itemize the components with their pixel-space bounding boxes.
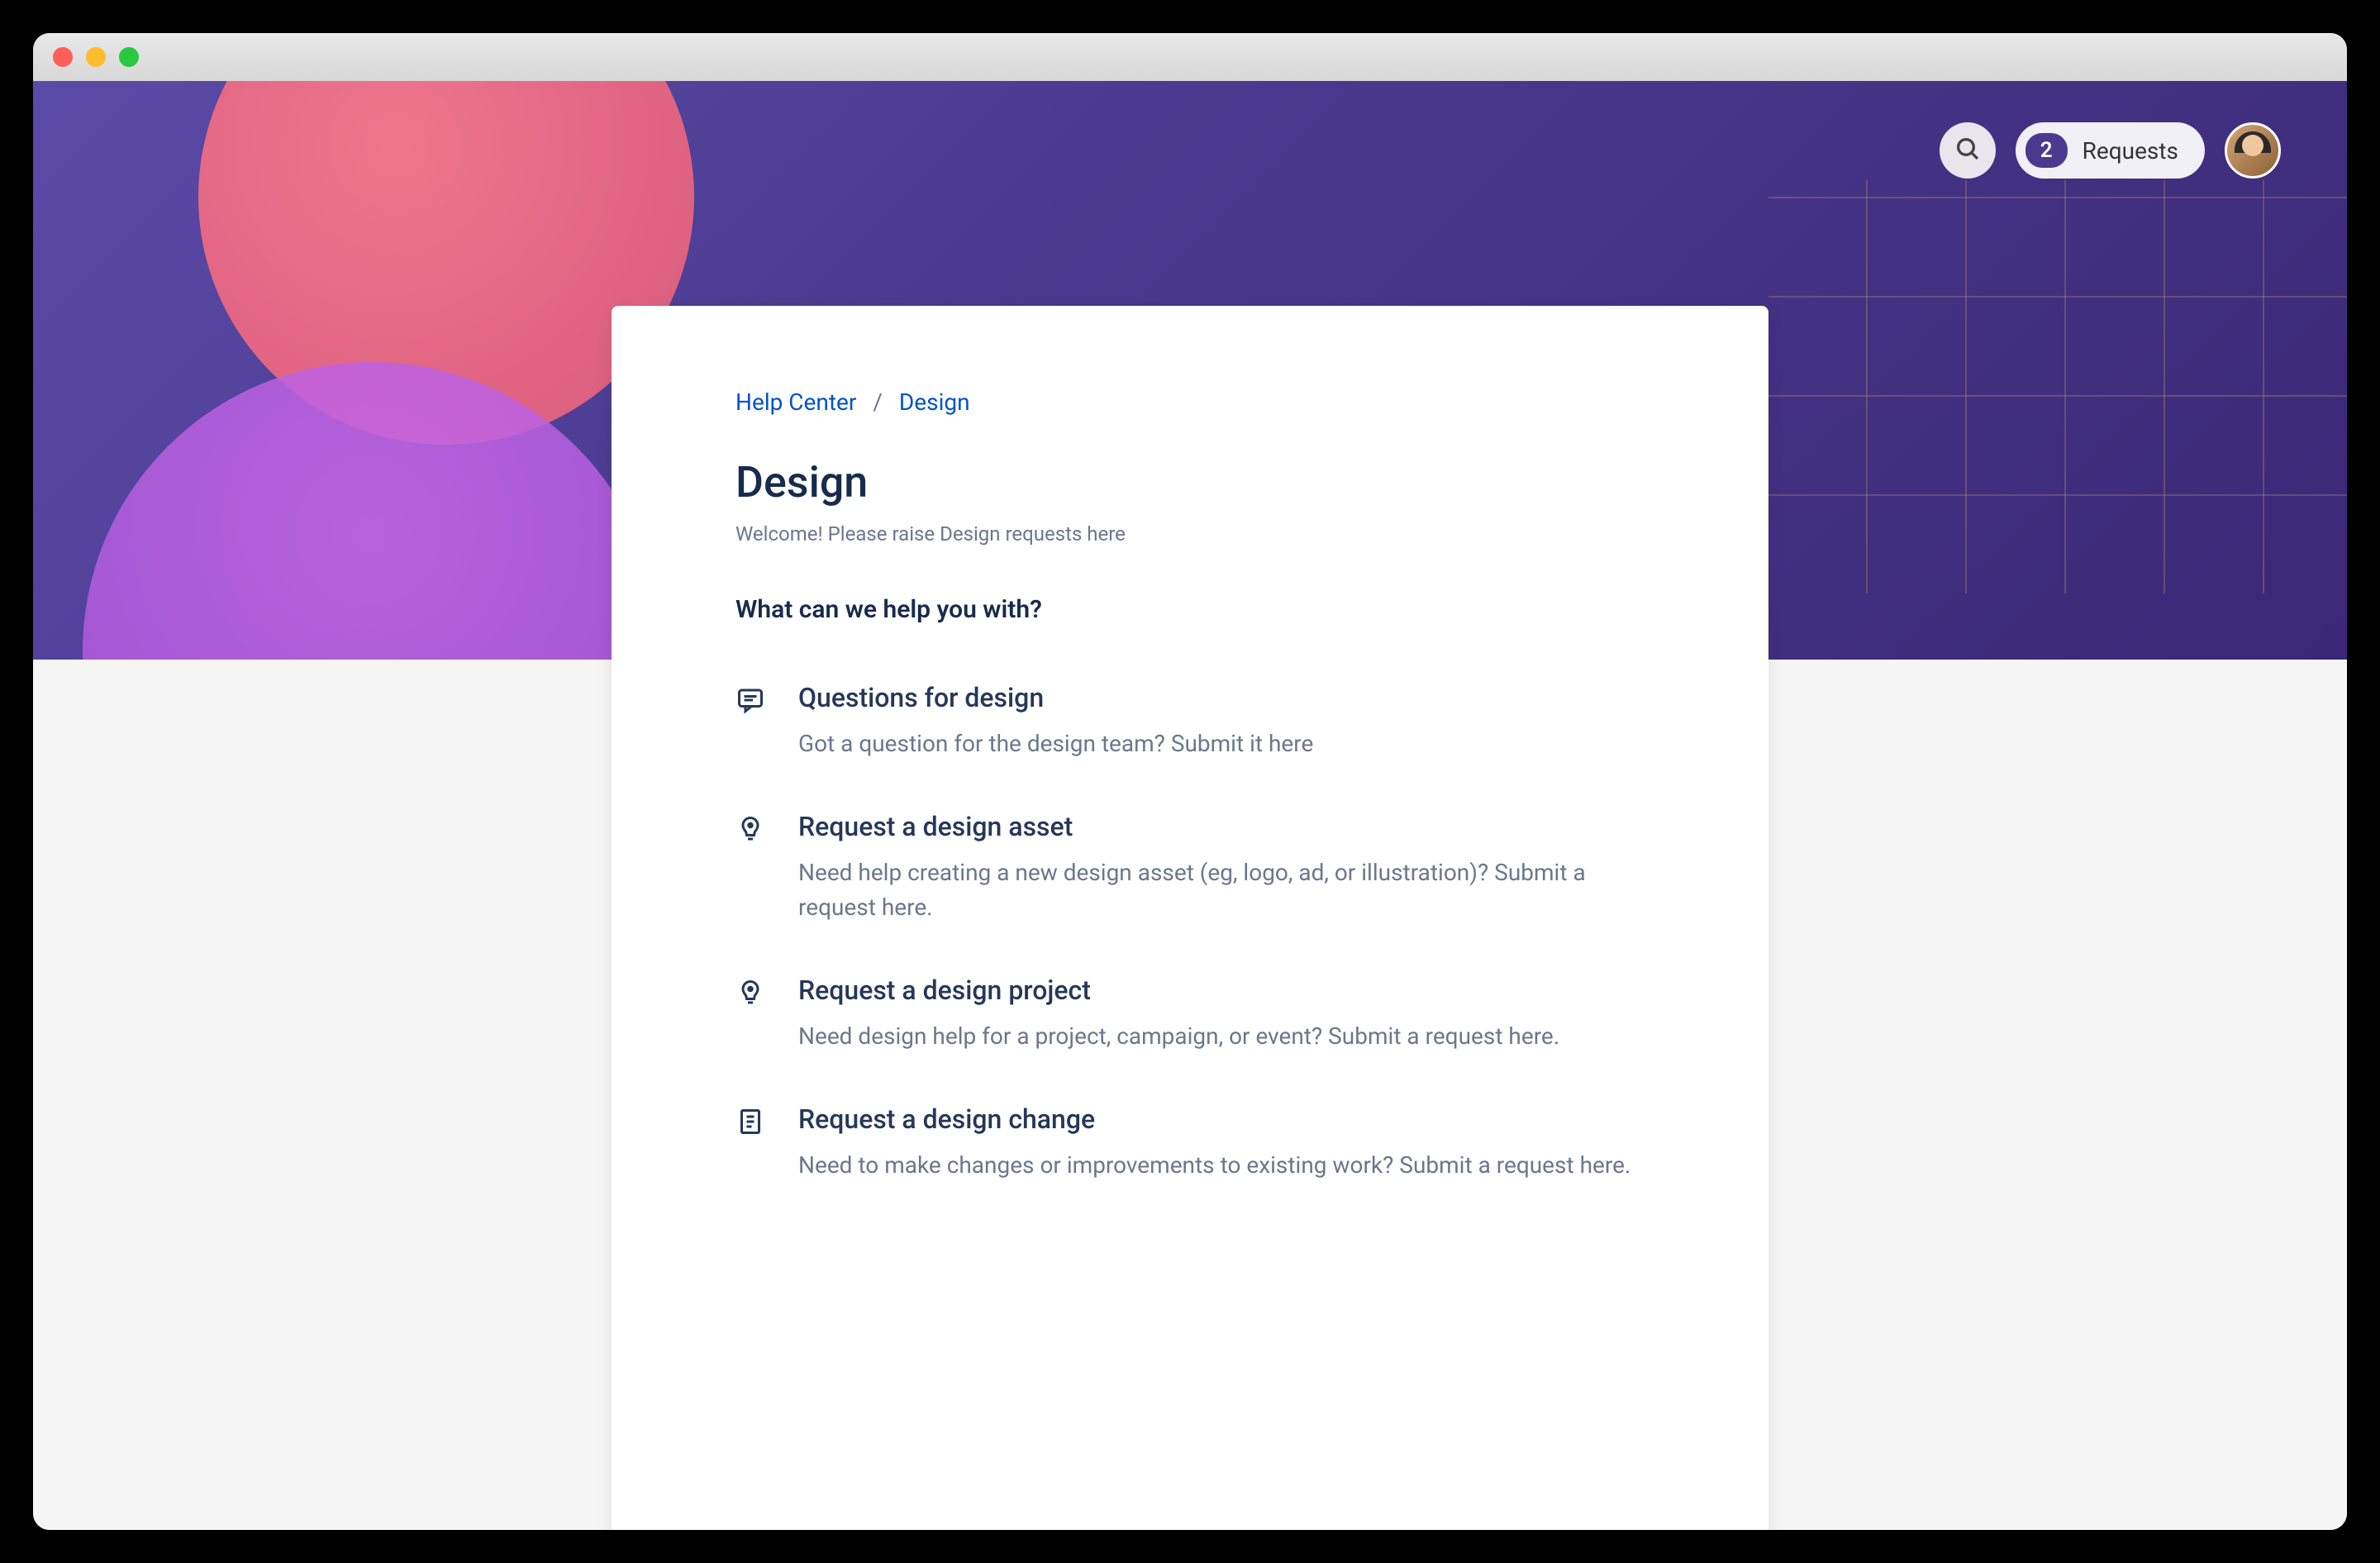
request-item-change[interactable]: Request a design change Need to make cha… bbox=[735, 1103, 1645, 1183]
window-maximize-button[interactable] bbox=[119, 47, 139, 67]
request-content: Request a design change Need to make cha… bbox=[798, 1103, 1645, 1183]
search-icon bbox=[1954, 136, 1981, 165]
page-subtitle: Welcome! Please raise Design requests he… bbox=[735, 522, 1645, 546]
request-title: Request a design change bbox=[798, 1103, 1645, 1135]
request-content: Request a design project Need design hel… bbox=[798, 974, 1645, 1054]
breadcrumb: Help Center / Design bbox=[735, 388, 1645, 416]
requests-count-badge: 2 bbox=[2025, 133, 2068, 168]
breadcrumb-separator: / bbox=[873, 388, 883, 416]
request-item-asset[interactable]: Request a design asset Need help creatin… bbox=[735, 811, 1645, 925]
lightbulb-icon bbox=[735, 978, 769, 1011]
chat-icon bbox=[735, 685, 769, 718]
decorative-grid bbox=[1768, 180, 2347, 593]
search-button[interactable] bbox=[1940, 122, 1996, 179]
header-actions: 2 Requests bbox=[1940, 122, 2281, 179]
app-window: 2 Requests Help Center / Design Design W… bbox=[33, 33, 2347, 1530]
section-heading: What can we help you with? bbox=[735, 595, 1645, 624]
page-title: Design bbox=[735, 457, 1645, 507]
window-minimize-button[interactable] bbox=[86, 47, 106, 67]
request-content: Questions for design Got a question for … bbox=[798, 682, 1645, 761]
request-title: Request a design project bbox=[798, 974, 1645, 1006]
request-list: Questions for design Got a question for … bbox=[735, 682, 1645, 1183]
user-avatar[interactable] bbox=[2225, 122, 2281, 179]
document-icon bbox=[735, 1107, 769, 1140]
request-description: Need help creating a new design asset (e… bbox=[798, 855, 1645, 925]
request-content: Request a design asset Need help creatin… bbox=[798, 811, 1645, 925]
request-description: Got a question for the design team? Subm… bbox=[798, 727, 1645, 761]
window-title-bar bbox=[33, 33, 2347, 81]
request-item-questions[interactable]: Questions for design Got a question for … bbox=[735, 682, 1645, 761]
lightbulb-icon bbox=[735, 814, 769, 847]
request-title: Request a design asset bbox=[798, 811, 1645, 842]
request-description: Need to make changes or improvements to … bbox=[798, 1148, 1645, 1183]
breadcrumb-root-link[interactable]: Help Center bbox=[735, 388, 856, 416]
requests-button[interactable]: 2 Requests bbox=[2016, 122, 2205, 179]
requests-label: Requests bbox=[2082, 137, 2178, 164]
window-close-button[interactable] bbox=[53, 47, 73, 67]
request-item-project[interactable]: Request a design project Need design hel… bbox=[735, 974, 1645, 1054]
request-description: Need design help for a project, campaign… bbox=[798, 1019, 1645, 1054]
content-card: Help Center / Design Design Welcome! Ple… bbox=[612, 306, 1768, 1530]
breadcrumb-current-link[interactable]: Design bbox=[899, 388, 970, 416]
request-title: Questions for design bbox=[798, 682, 1645, 713]
